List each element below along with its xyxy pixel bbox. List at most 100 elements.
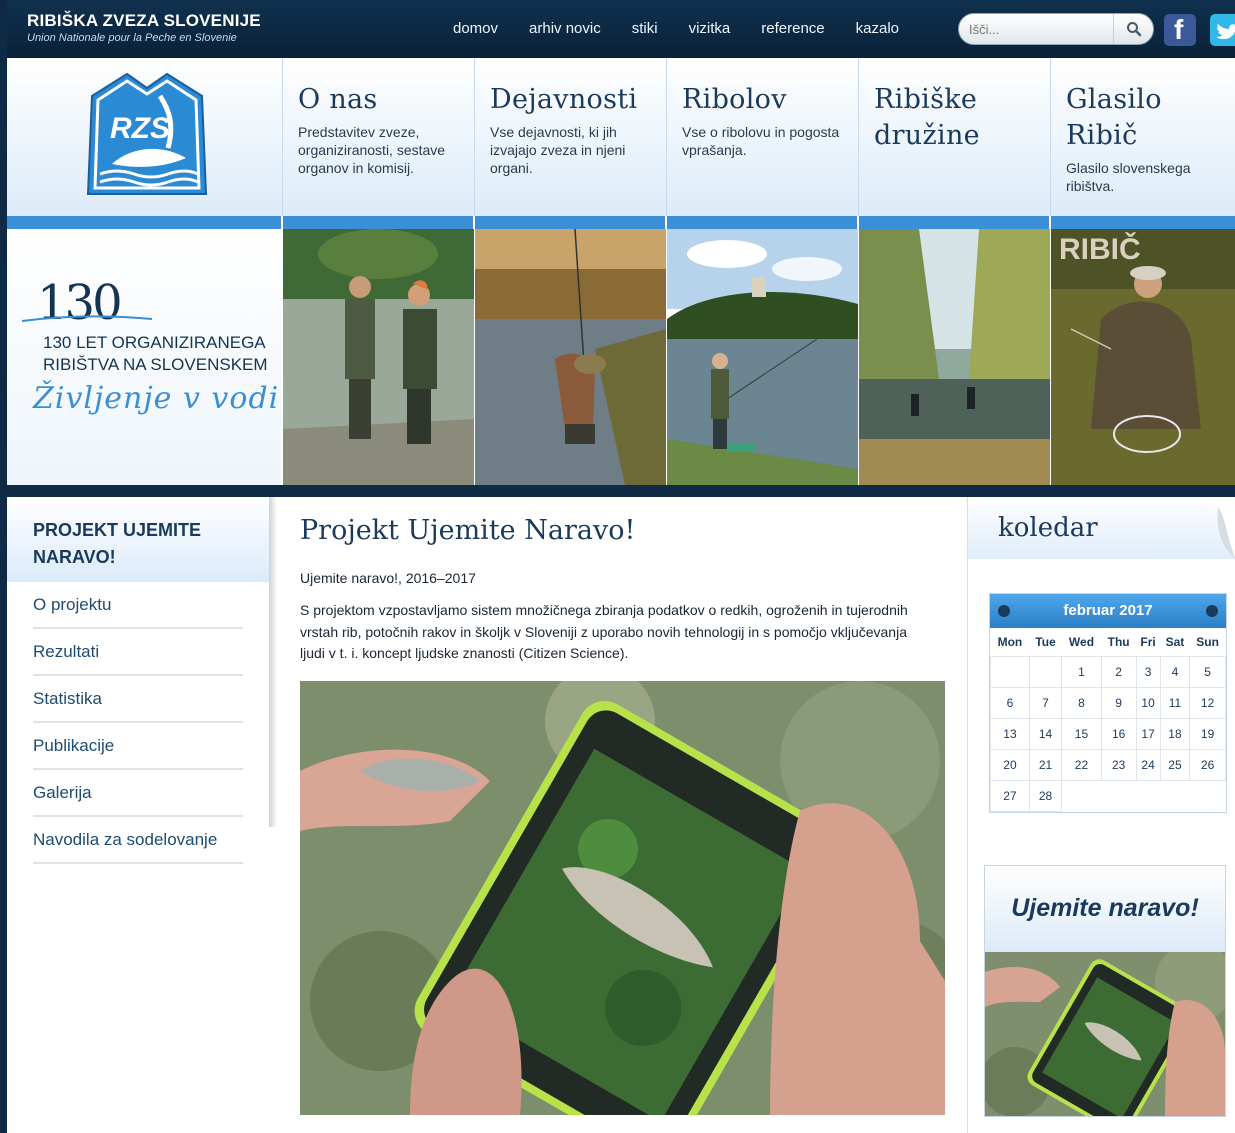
menu-item-dejavnosti[interactable]: Dejavnosti Vse dejavnosti, ki jih izvaja… [474,58,666,218]
calendar-day[interactable]: 2 [1100,655,1137,688]
banner-title-box: Ujemite naravo! [985,866,1225,952]
sidebar-item-galerija: Galerija [33,770,243,817]
site-brand[interactable]: RIBIŠKA ZVEZA SLOVENIJE Union Nationale … [27,11,261,44]
calendar-day[interactable]: 4 [1159,655,1191,688]
calendar-day[interactable]: 5 [1189,655,1226,688]
calendar-day[interactable]: 25 [1159,748,1191,781]
sidebar: PROJEKT UJEMITE NARAVO! O projektu Rezul… [7,497,277,1133]
nav-link-stiki[interactable]: stiki [632,20,658,37]
menu-item-o-nas[interactable]: O nas Predstavitev zveze, organiziranost… [282,58,474,218]
weekday-label: Mon [997,634,1023,649]
calendar-day[interactable]: 17 [1135,717,1161,750]
calendar-day[interactable]: 10 [1135,686,1161,719]
calendar-day[interactable]: 18 [1159,717,1191,750]
sidebar-item-rezultati: Rezultati [33,629,243,676]
calendar-day[interactable]: 1 [1061,655,1102,688]
anniversary-tagline: Življenje v vodi [33,381,280,416]
calendar-empty-cell [1160,780,1189,811]
calendar-empty-cell [1028,655,1063,688]
calendar-day[interactable]: 24 [1135,748,1161,781]
nav-link-kazalo[interactable]: kazalo [856,20,899,37]
banner-photo-autumn-angler[interactable] [475,229,666,485]
menu-desc: Vse dejavnosti, ki jih izvajajo zveza in… [490,124,626,176]
top-nav: domov arhiv novic stiki vizitka referenc… [453,20,930,37]
site-subtitle: Union Nationale pour la Peche en Sloveni… [27,32,237,44]
calendar-day[interactable]: 12 [1189,686,1226,719]
nav-link-vizitka[interactable]: vizitka [689,20,731,37]
twitter-icon[interactable] [1210,14,1235,46]
calendar-day[interactable]: 11 [1159,686,1191,719]
calendar-day[interactable]: 16 [1100,717,1137,750]
sidebar-link[interactable]: Rezultati [33,629,243,662]
menu-desc: Predstavitev zveze, organiziranosti, ses… [298,124,446,176]
magazine-title: RIBIČ [1059,232,1141,266]
calendar-day[interactable]: 20 [990,748,1030,781]
calendar-day[interactable]: 13 [990,717,1030,750]
site-name: RIBIŠKA ZVEZA SLOVENIJE [27,11,261,30]
search-button[interactable] [1113,14,1153,44]
calendar-day[interactable]: 28 [1028,779,1063,812]
sidebar-link[interactable]: O projektu [33,582,243,615]
main-menu-header: RZS O nas Predstavitev zveze, organizira… [7,58,1235,218]
menu-title: Dejavnosti [490,84,638,115]
rzs-logo[interactable]: RZS [82,66,212,211]
calendar-grid: Mon Tue Wed Thu Fri Sat Sun 1 2 3 4 5 6 7 8 9 10 1… [990,628,1226,812]
sidebar-link[interactable]: Statistika [33,676,243,709]
calendar-day[interactable]: 19 [1189,717,1226,750]
banner-photo-river[interactable] [859,229,1050,485]
menu-item-ribiske-druzine[interactable]: Ribiške družine [858,58,1008,218]
search-input[interactable] [969,22,1109,37]
sidebar-item-statistika: Statistika [33,676,243,723]
banner-photo-magazine[interactable]: RIBIČ [1051,229,1235,485]
sidebar-heading: PROJEKT UJEMITE NARAVO! [33,520,202,567]
logo-text: RZS [110,112,170,145]
calendar-day[interactable]: 9 [1100,686,1137,719]
search-icon [1127,22,1142,37]
calendar-day[interactable]: 6 [990,686,1030,719]
next-month-icon[interactable] [1206,605,1218,617]
banner-photo-anglers[interactable] [283,229,474,485]
menu-item-glasilo-ribic[interactable]: Glasilo Ribič Glasilo slovenskega ribišt… [1050,58,1235,218]
sidebar-menu: O projektu Rezultati Statistika Publikac… [33,582,243,864]
menu-title: O nas [298,84,378,115]
sidebar-link[interactable]: Galerija [33,770,243,803]
calendar-day[interactable]: 15 [1061,717,1102,750]
banner-image [985,952,1225,1116]
calendar-days: 1 2 3 4 5 6 7 8 9 10 11 12 13 14 15 16 17 18 19 20 21 22 23 24 2… [990,655,1226,812]
weekday-label: Thu [1107,634,1130,649]
nav-link-arhiv-novic[interactable]: arhiv novic [529,20,601,37]
banner-title: Ujemite naravo! [1011,894,1199,922]
calendar-header: koledar [968,497,1235,559]
menu-title: Ribiške družine [874,84,980,151]
calendar-week: 20 21 22 23 24 25 26 [990,748,1226,781]
nav-link-domov[interactable]: domov [453,20,498,37]
sidebar-link[interactable]: Navodila za sodelovanje [33,817,243,850]
calendar-week: 12345 [990,655,1226,688]
article-body: S projektom vzpostavljamo sistem množičn… [300,602,908,661]
banner-photo-boy-fishing[interactable] [667,229,858,485]
calendar-day[interactable]: 22 [1061,748,1102,781]
calendar-week: 13 14 15 16 17 18 19 [990,717,1226,750]
calendar-day[interactable]: 8 [1061,686,1102,719]
ujemite-naravo-banner[interactable]: Ujemite naravo! [984,865,1226,1117]
calendar-empty-cell [990,655,1030,688]
calendar-day[interactable]: 21 [1028,748,1063,781]
calendar-widget: februar 2017 Mon Tue Wed Thu Fri Sat Sun… [989,593,1227,813]
calendar-day[interactable]: 27 [990,779,1030,812]
facebook-glyph: f [1174,14,1184,45]
banner: 130 130 LET ORGANIZIRANEGA RIBIŠTVA NA S… [7,229,1235,485]
nav-link-reference[interactable]: reference [761,20,824,37]
facebook-icon[interactable]: f [1164,14,1196,46]
calendar-day[interactable]: 23 [1100,748,1137,781]
menu-desc: Vse o ribolovu in pogosta vprašanja. [682,124,840,158]
calendar-day[interactable]: 7 [1028,686,1063,719]
sidebar-link[interactable]: Publikacije [33,723,243,756]
calendar-day[interactable]: 26 [1189,748,1226,781]
calendar-day[interactable]: 14 [1028,717,1063,750]
calendar-day[interactable]: 3 [1135,655,1161,688]
sidebar-item-o-projektu: O projektu [33,582,243,629]
menu-item-ribolov[interactable]: Ribolov Vse o ribolovu in pogosta vpraša… [666,58,858,218]
calendar-empty-cell [1101,780,1136,811]
menu-title: Glasilo Ribič [1066,84,1162,151]
article-hero-image[interactable] [300,681,945,1115]
